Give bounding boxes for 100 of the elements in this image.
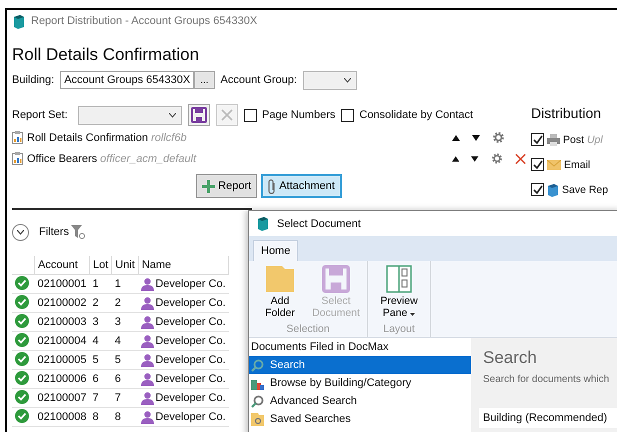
section-title: Distribution — [531, 105, 602, 121]
table-cell: 02100003 — [34, 312, 90, 332]
move-down-icon[interactable] — [471, 156, 479, 162]
table-cell: Developer Co. — [155, 316, 226, 328]
person-icon — [141, 410, 154, 424]
remove-icon[interactable] — [514, 152, 526, 164]
database-icon — [547, 182, 559, 196]
table-cell: 4 — [112, 332, 138, 350]
saved-folder-icon — [251, 412, 264, 426]
group-label: Selection — [286, 323, 330, 335]
column-header[interactable]: Unit — [112, 256, 138, 274]
column-header[interactable]: Lot — [89, 256, 112, 274]
check-icon — [15, 314, 29, 328]
table-cell: 7 — [112, 388, 138, 408]
checkbox[interactable] — [244, 108, 257, 122]
field-label: Account Group: — [220, 74, 297, 86]
ribbon-tab[interactable]: Home — [253, 240, 298, 262]
add-report-button[interactable]: Report — [196, 174, 258, 198]
expand-icon[interactable] — [12, 224, 29, 240]
move-up-icon[interactable] — [452, 134, 460, 140]
table-cell: 7 — [89, 388, 112, 408]
pane-description: Search for documents which — [483, 373, 610, 386]
ribbon-button[interactable]: Preview Pane — [374, 265, 424, 323]
caret-icon — [344, 78, 351, 82]
settings-icon[interactable] — [492, 131, 505, 144]
group-label: Layout — [383, 323, 415, 335]
field-label: Building (Recommended) — [479, 408, 617, 428]
move-down-icon[interactable] — [472, 134, 480, 140]
checkbox[interactable] — [531, 183, 544, 196]
person-icon — [141, 278, 154, 290]
check-icon — [15, 294, 29, 308]
save-icon — [322, 265, 350, 294]
table-cell: 02100001 — [34, 274, 90, 294]
method-label: Email — [564, 158, 590, 170]
checkbox-label: Page Numbers — [262, 109, 336, 121]
plus-icon — [202, 180, 216, 192]
save-button[interactable] — [188, 104, 210, 126]
table-cell: Developer Co. — [155, 278, 226, 290]
method-label: Post Upl — [563, 134, 603, 146]
attachment-button[interactable]: Attachment — [261, 174, 342, 198]
check-icon — [15, 408, 29, 422]
filters-label[interactable]: Filters — [39, 226, 69, 238]
table-cell: 02100007 — [34, 388, 90, 408]
table-cell: Developer Co. — [155, 297, 226, 309]
app-logo-icon — [13, 14, 25, 28]
pane-title: Search — [483, 348, 538, 368]
report-icon — [12, 131, 23, 144]
check-icon — [15, 370, 29, 384]
table-cell: 3 — [112, 312, 138, 332]
checkbox[interactable] — [531, 133, 544, 146]
table-cell: 6 — [112, 370, 138, 388]
field-label: Building: — [12, 74, 54, 86]
nav-item[interactable]: Search — [249, 356, 471, 374]
dialog-title: Select Document — [277, 218, 361, 230]
person-icon — [141, 372, 154, 386]
person-icon — [141, 316, 154, 328]
person-icon — [141, 354, 154, 366]
browse-button[interactable]: ... — [194, 71, 215, 89]
column-header[interactable]: Account — [34, 256, 90, 274]
table-cell: 2 — [89, 294, 112, 312]
dialog-logo-icon — [257, 216, 269, 232]
search-icon — [251, 394, 264, 408]
settings-icon[interactable] — [490, 152, 503, 165]
nav-item[interactable]: Advanced Search — [249, 392, 471, 410]
caret-icon — [410, 313, 416, 316]
caret-icon — [169, 112, 176, 118]
table-cell: Developer Co. — [155, 392, 226, 404]
table-cell: 4 — [89, 332, 112, 350]
check-icon — [15, 332, 29, 346]
table-cell: Developer Co. — [155, 354, 226, 366]
checkbox[interactable] — [341, 108, 354, 122]
page-heading: Roll Details Confirmation — [12, 45, 200, 65]
paperclip-icon — [268, 178, 276, 194]
save-icon — [191, 107, 207, 123]
check-icon — [15, 352, 29, 366]
method-label: Save Rep — [562, 184, 608, 196]
folder-icon — [265, 265, 295, 294]
table-cell: 6 — [89, 370, 112, 388]
envelope-icon — [547, 160, 561, 170]
check-icon — [15, 276, 29, 290]
table-cell: 3 — [89, 312, 112, 332]
nav-item[interactable]: Saved Searches — [249, 410, 471, 428]
table-cell: 8 — [89, 408, 112, 426]
table-cell: 02100005 — [34, 350, 90, 370]
report-name: Office Bearers officer_acm_default — [27, 152, 196, 164]
search-icon — [251, 358, 264, 372]
checkbox-label: Consolidate by Contact — [359, 109, 474, 121]
preview-pane-icon — [386, 265, 412, 294]
person-icon — [141, 334, 154, 348]
nav-item[interactable]: Browse by Building/Category — [249, 374, 471, 392]
move-up-icon[interactable] — [452, 156, 460, 162]
table-cell: Developer Co. — [155, 335, 226, 347]
column-header[interactable]: Name — [138, 256, 229, 274]
building-field[interactable]: Account Groups 654330X — [60, 71, 194, 89]
table-cell: 1 — [112, 274, 138, 294]
filter-icon[interactable] — [70, 225, 85, 239]
window-title: Report Distribution - Account Groups 654330X — [31, 15, 258, 27]
person-icon — [141, 392, 154, 404]
ribbon-button[interactable]: Add Folder — [255, 265, 305, 323]
checkbox[interactable] — [531, 158, 544, 171]
